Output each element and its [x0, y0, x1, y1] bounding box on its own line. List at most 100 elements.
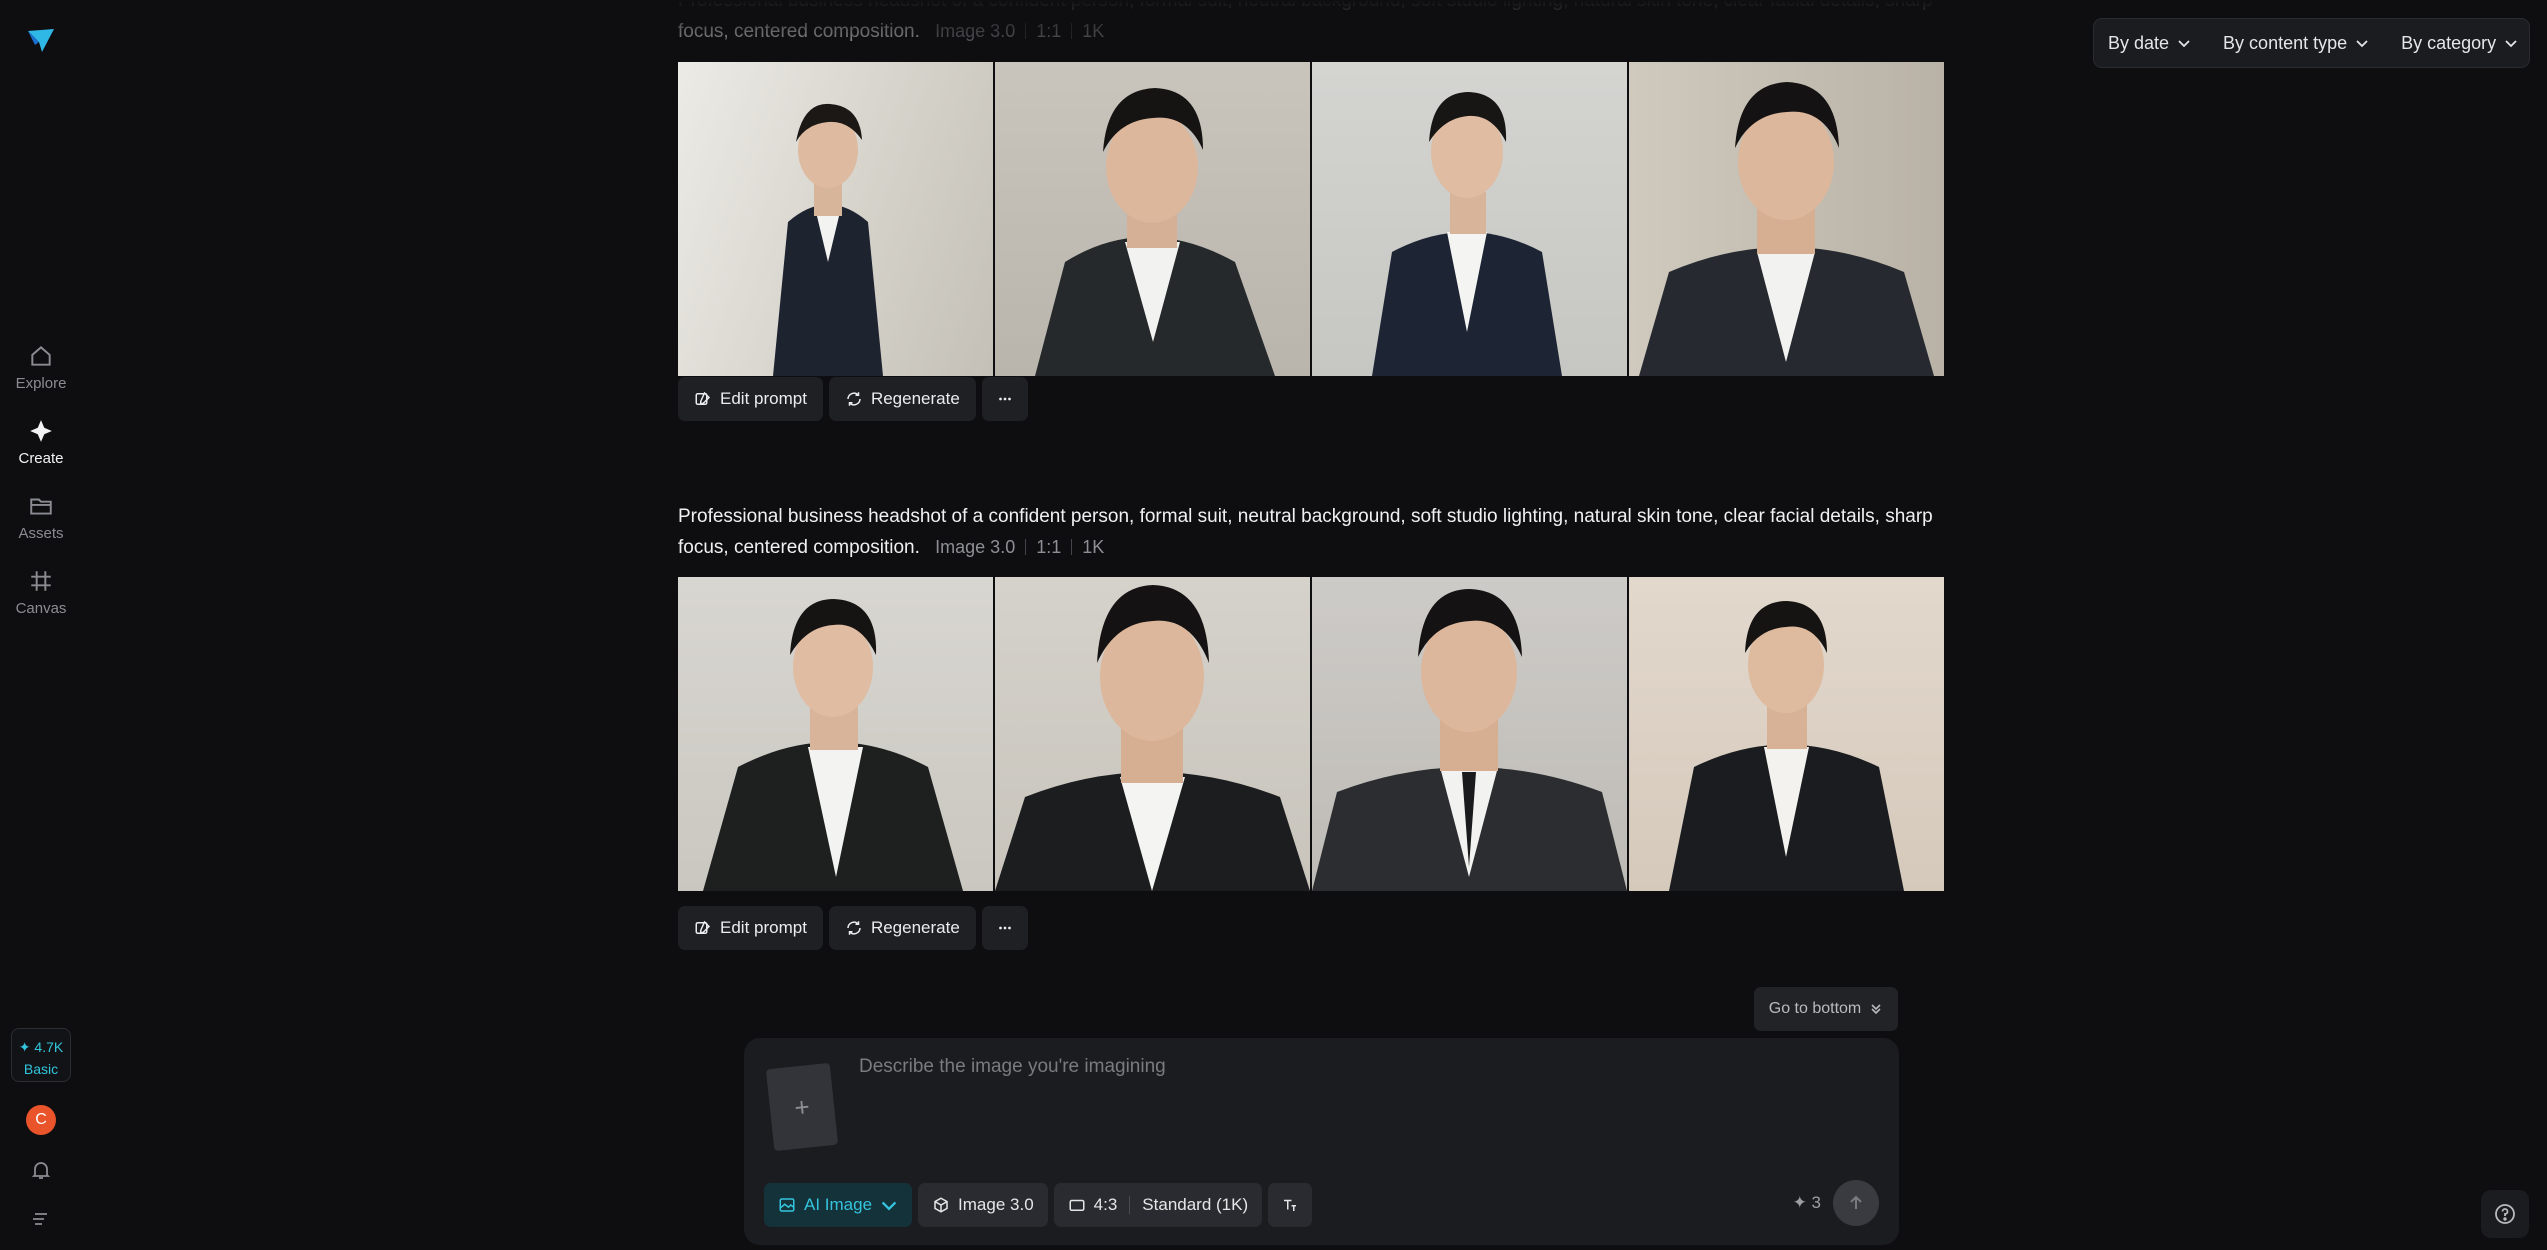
add-reference-button[interactable]: + [765, 1062, 839, 1152]
more-options-button[interactable] [981, 377, 1028, 421]
go-to-bottom-label: Go to bottom [1768, 1000, 1862, 1017]
avatar[interactable]: C [26, 1105, 56, 1135]
chevron-down-icon [2356, 40, 2368, 48]
home-icon [31, 346, 51, 366]
regenerate-button[interactable]: Regenerate [828, 377, 976, 421]
mode-label: AI Image [804, 1195, 873, 1214]
nav-label: Canvas [15, 600, 67, 617]
generated-image[interactable] [678, 62, 993, 376]
generation-item: Professional business headshot of a conf… [678, 502, 1946, 563]
ratio-tag: 1:1 [1036, 21, 1062, 41]
regenerate-label: Regenerate [870, 918, 960, 937]
credit-star-icon: ✦ [18, 1039, 35, 1055]
generated-image[interactable] [1629, 577, 1944, 891]
model-tag: Image 3.0 [935, 537, 1016, 557]
nav-label: Create [18, 450, 64, 467]
canvas-icon [31, 571, 51, 591]
double-chevron-down-icon [1871, 1004, 1881, 1015]
edit-icon [695, 920, 711, 934]
ratio-tag: 1:1 [1036, 537, 1062, 557]
menu-icon[interactable] [30, 1209, 52, 1229]
composer-toolbar: AI Image Image 3.0 4:3 Standard (1K) [764, 1183, 1313, 1227]
edit-prompt-label: Edit prompt [720, 918, 807, 937]
cube-icon [934, 1197, 948, 1213]
aspect-ratio-icon [1069, 1199, 1085, 1211]
prompt-body: Professional business headshot of a conf… [678, 506, 1933, 558]
arrow-up-icon [1850, 1195, 1862, 1209]
credits-amount: 4.7K [34, 1039, 64, 1055]
sidebar: Explore Create Assets Canvas ✦ 4.7K Basi… [0, 0, 82, 1250]
chevron-down-icon [2505, 40, 2517, 48]
ratio-quality-selector[interactable]: 4:3 Standard (1K) [1053, 1183, 1263, 1227]
text-style-button[interactable] [1268, 1183, 1313, 1227]
go-to-bottom-button[interactable]: Go to bottom [1754, 987, 1898, 1031]
help-button[interactable] [2481, 1190, 2529, 1238]
prompt-input[interactable]: Describe the image you're imagining [859, 1056, 1166, 1078]
chevron-down-icon [881, 1201, 897, 1211]
credit-star-icon: ✦ [1792, 1193, 1812, 1212]
generated-image[interactable] [1312, 62, 1627, 376]
chevron-down-icon [2178, 40, 2190, 48]
image-grid [678, 577, 1944, 891]
generation-item: Professional business headshot of a conf… [678, 0, 1946, 47]
nav-label: Assets [18, 525, 64, 542]
model-selector[interactable]: Image 3.0 [918, 1183, 1048, 1227]
nav-explore[interactable]: Explore [0, 343, 82, 392]
cost-value: 3 [1811, 1193, 1821, 1212]
prompt-text: Professional business headshot of a conf… [678, 502, 1946, 563]
resolution-tag: 1K [1082, 537, 1105, 557]
help-icon [2495, 1204, 2515, 1224]
nav-label: Explore [15, 375, 67, 392]
filter-label: By date [2108, 32, 2170, 53]
edit-prompt-button[interactable]: Edit prompt [678, 377, 823, 421]
prompt-meta: Image 3.0 1:1 1K [925, 21, 1104, 41]
prompt-composer: + Describe the image you're imagining AI… [744, 1038, 1899, 1245]
model-tag: Image 3.0 [935, 21, 1016, 41]
model-label: Image 3.0 [958, 1195, 1034, 1214]
image-grid [678, 62, 1944, 376]
regenerate-button[interactable]: Regenerate [828, 906, 976, 950]
logo-icon[interactable] [25, 25, 57, 57]
generation-cost: ✦ 3 [1793, 1193, 1821, 1213]
more-icon [998, 926, 1011, 930]
generated-image[interactable] [995, 577, 1310, 891]
ratio-label: 4:3 [1093, 1195, 1118, 1214]
prompt-meta: Image 3.0 1:1 1K [925, 537, 1104, 557]
credits-badge[interactable]: ✦ 4.7K Basic [11, 1028, 71, 1082]
generated-image[interactable] [1629, 62, 1944, 376]
plus-icon: + [792, 1091, 812, 1123]
mode-selector[interactable]: AI Image [764, 1183, 913, 1227]
nav-create[interactable]: Create [0, 418, 82, 467]
filter-by-category[interactable]: By category [2401, 33, 2518, 54]
refresh-icon [847, 392, 861, 406]
prompt-body: Professional business headshot of a conf… [678, 0, 1933, 42]
text-format-icon [1284, 1199, 1297, 1211]
nav-canvas[interactable]: Canvas [0, 568, 82, 617]
generated-image[interactable] [678, 577, 993, 891]
edit-icon [695, 391, 711, 405]
more-options-button[interactable] [981, 906, 1028, 950]
prompt-text: Professional business headshot of a conf… [678, 0, 1946, 47]
folder-icon [30, 498, 52, 515]
filter-by-content-type[interactable]: By content type [2223, 33, 2369, 54]
generation-actions: Edit prompt Regenerate [678, 906, 1028, 950]
refresh-icon [847, 921, 861, 935]
filter-bar: By date By content type By category [2093, 18, 2530, 68]
generated-image[interactable] [995, 62, 1310, 376]
regenerate-label: Regenerate [870, 389, 960, 408]
plan-label: Basic [23, 1061, 59, 1077]
image-mode-icon [779, 1198, 795, 1212]
filter-by-date[interactable]: By date [2108, 33, 2191, 54]
nav-assets[interactable]: Assets [0, 493, 82, 542]
generation-actions: Edit prompt Regenerate [678, 377, 1028, 421]
send-button[interactable] [1833, 1180, 1879, 1226]
sparkle-icon [30, 420, 52, 442]
resolution-tag: 1K [1082, 21, 1105, 41]
generated-image[interactable] [1312, 577, 1627, 891]
more-icon [998, 397, 1011, 401]
filter-label: By content type [2223, 32, 2348, 53]
filter-label: By category [2401, 32, 2497, 53]
edit-prompt-label: Edit prompt [720, 389, 807, 408]
edit-prompt-button[interactable]: Edit prompt [678, 906, 823, 950]
bell-icon[interactable] [29, 1158, 53, 1182]
